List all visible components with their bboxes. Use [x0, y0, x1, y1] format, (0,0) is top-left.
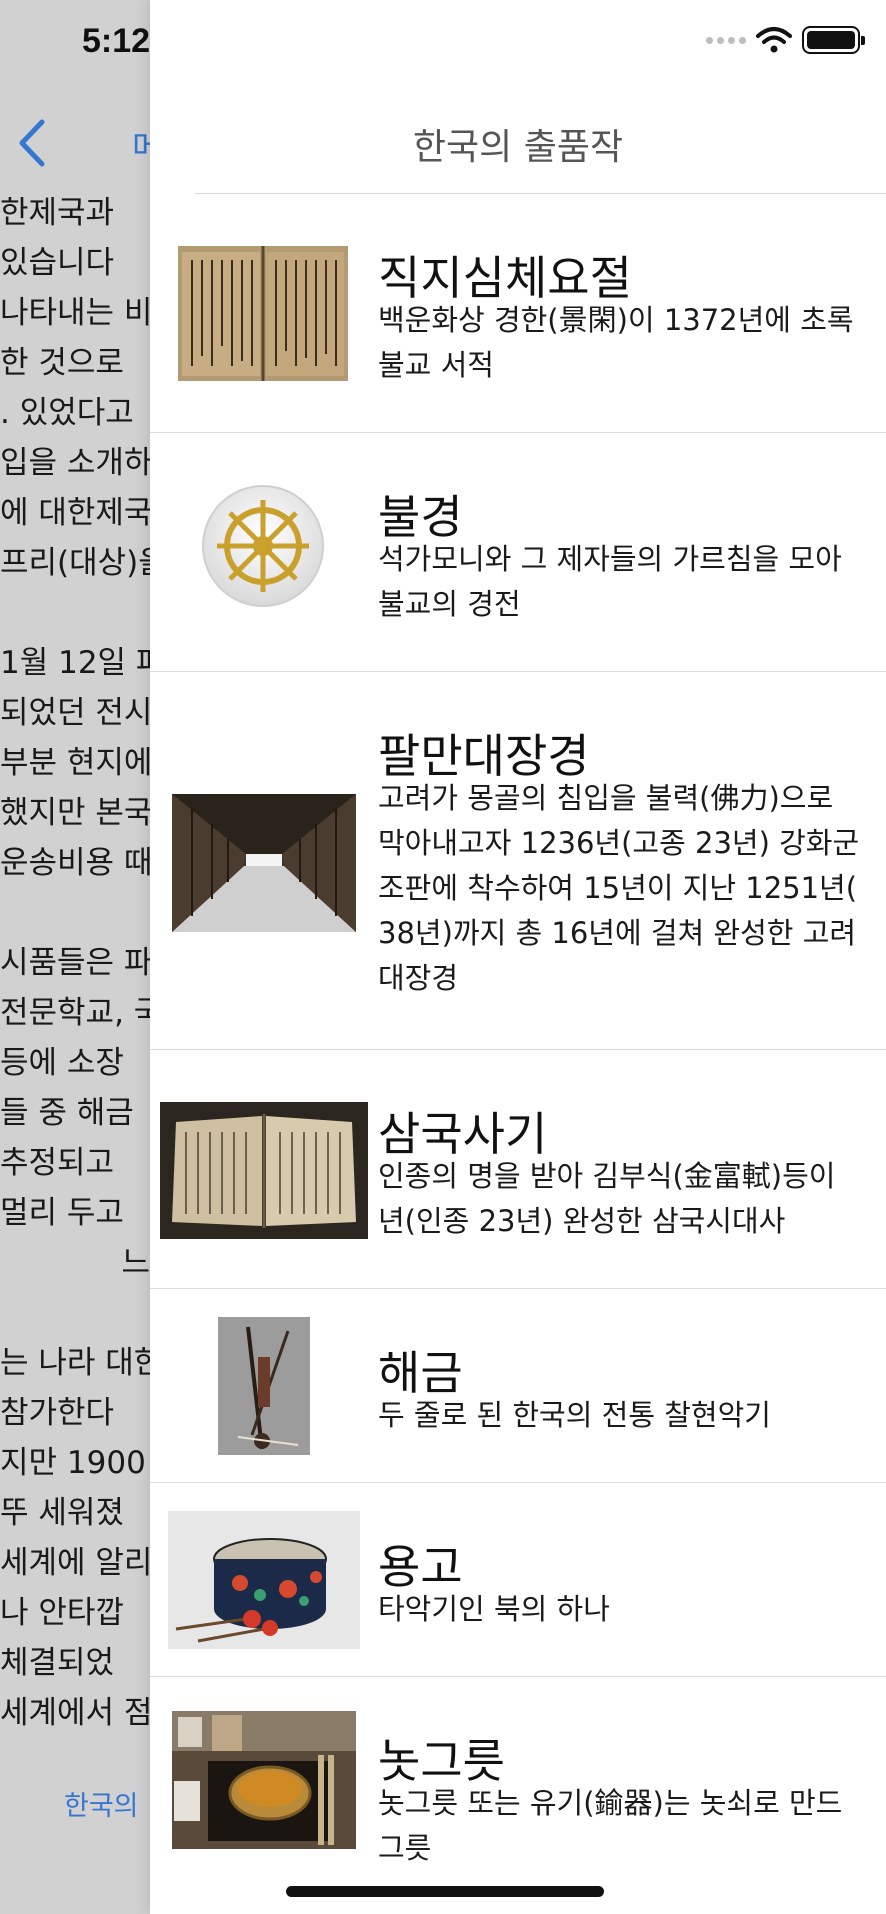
item-image-open-book — [160, 1102, 368, 1239]
dim-overlay — [0, 0, 150, 1914]
item-image-book-page — [178, 246, 348, 381]
list-item[interactable]: 용고 타악기인 북의 하나 — [150, 1483, 886, 1677]
item-subtitle: 고려가 몽골의 침입을 불력(佛力)으로 막아내고자 1236년(고종 23년)… — [378, 781, 860, 995]
list-item[interactable]: 삼국사기 인종의 명을 받아 김부식(金富軾)등이 년(인종 23년) 완성한 … — [150, 1050, 886, 1289]
list-item[interactable]: 불경 석가모니와 그 제자들의 가르침을 모아 불교의 경전 — [150, 433, 886, 672]
list-item[interactable]: 놋그릇 놋그릇 또는 유기(鍮器)는 놋쇠로 만드 그릇 — [150, 1677, 886, 1877]
item-subtitle: 타악기인 북의 하나 — [378, 1592, 610, 1626]
item-image-dharma-wheel — [202, 485, 324, 607]
list-item[interactable]: 직지심체요절 백운화상 경한(景閑)이 1372년에 초록 불교 서적 — [150, 194, 886, 433]
item-image-brass-bowl — [172, 1711, 356, 1849]
item-subtitle: 백운화상 경한(景閑)이 1372년에 초록 불교 서적 — [378, 303, 854, 382]
cellular-signal-icon — [706, 36, 746, 44]
status-indicators — [706, 26, 865, 54]
list-item[interactable]: 해금 두 줄로 된 한국의 전통 찰현악기 — [150, 1289, 886, 1483]
item-image-library-hall — [172, 794, 356, 932]
page-title: 한국의 출품작 — [412, 127, 624, 168]
item-image-haegeum — [218, 1317, 310, 1455]
item-subtitle: 석가모니와 그 제자들의 가르침을 모아 불교의 경전 — [378, 542, 842, 621]
item-subtitle: 놋그릇 또는 유기(鍮器)는 놋쇠로 만드 그릇 — [378, 1786, 843, 1865]
list-item[interactable]: 팔만대장경 고려가 몽골의 침입을 불력(佛力)으로 막아내고자 1236년(고… — [150, 672, 886, 1050]
item-subtitle: 인종의 명을 받아 김부식(金富軾)등이 년(인종 23년) 완성한 삼국시대사 — [378, 1159, 836, 1238]
detail-panel: 한국의 출품작 직지심체요절 백운화상 경한(景閑)이 1372년에 초록 불교… — [150, 0, 886, 1914]
exhibit-list: 직지심체요절 백운화상 경한(景閑)이 1372년에 초록 불교 서적 불경 석… — [150, 194, 886, 1877]
item-subtitle: 두 줄로 된 한국의 전통 찰현악기 — [378, 1398, 771, 1432]
wifi-icon — [756, 27, 792, 53]
battery-icon — [802, 26, 865, 54]
home-indicator[interactable] — [286, 1886, 604, 1897]
item-image-drum — [168, 1511, 360, 1649]
